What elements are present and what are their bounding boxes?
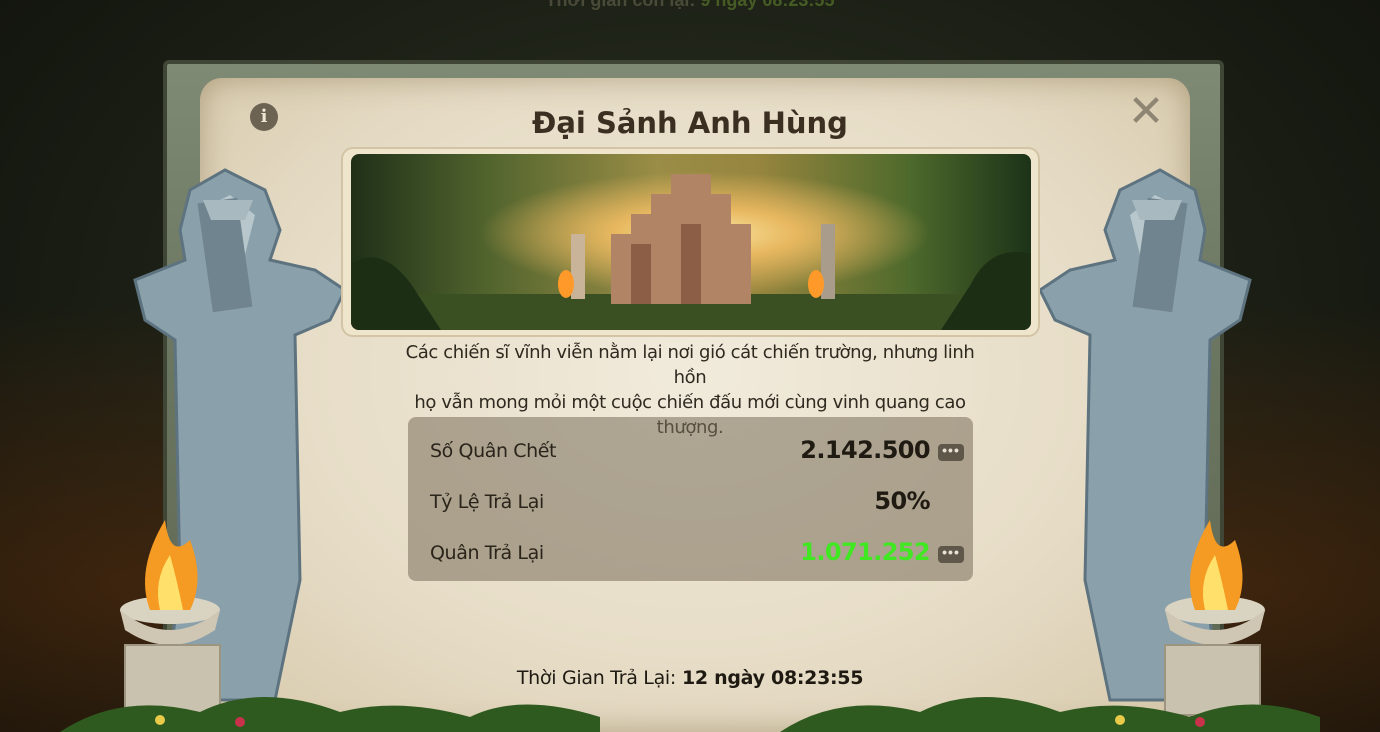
left-hooded-statue — [95, 160, 355, 720]
stats-panel: Số Quân Chết 2.142.500 ••• Tỷ Lệ Trả Lại… — [408, 417, 973, 581]
close-icon[interactable]: ✕ — [1126, 90, 1166, 134]
stat-value: 2.142.500 — [800, 436, 930, 464]
stat-label: Số Quân Chết — [430, 440, 557, 462]
hero-hall-screen: Thời gian còn lại: 9 ngày 08:23:55 i ✕ Đ… — [0, 0, 1380, 732]
stat-value: 50% — [874, 487, 930, 515]
background-remaining-value: 9 ngày 08:23:55 — [700, 0, 835, 10]
background-remaining-time: Thời gian còn lại: 9 ngày 08:23:55 — [0, 0, 1380, 11]
stat-label: Quân Trả Lại — [430, 542, 544, 564]
description-line-1: Các chiến sĩ vĩnh viễn nằm lại nơi gió c… — [405, 342, 975, 388]
info-icon[interactable]: i — [250, 103, 278, 131]
dialog-title: Đại Sảnh Anh Hùng — [532, 106, 848, 140]
stat-label: Tỷ Lệ Trả Lại — [430, 491, 544, 513]
more-options-button[interactable]: ••• — [938, 545, 964, 563]
more-options-button[interactable]: ••• — [938, 443, 964, 461]
foreground-plants — [60, 697, 1320, 732]
stat-row-dead-troops: Số Quân Chết 2.142.500 ••• — [408, 430, 973, 470]
background-remaining-label: Thời gian còn lại: — [545, 0, 696, 10]
stat-row-returned-troops: Quân Trả Lại 1.071.252 ••• — [408, 532, 973, 572]
stat-row-return-rate: Tỷ Lệ Trả Lại 50% — [408, 481, 973, 521]
stat-value: 1.071.252 — [800, 538, 930, 566]
right-hooded-statue — [1030, 160, 1290, 720]
castle-ruins-banner-image — [351, 154, 1031, 330]
